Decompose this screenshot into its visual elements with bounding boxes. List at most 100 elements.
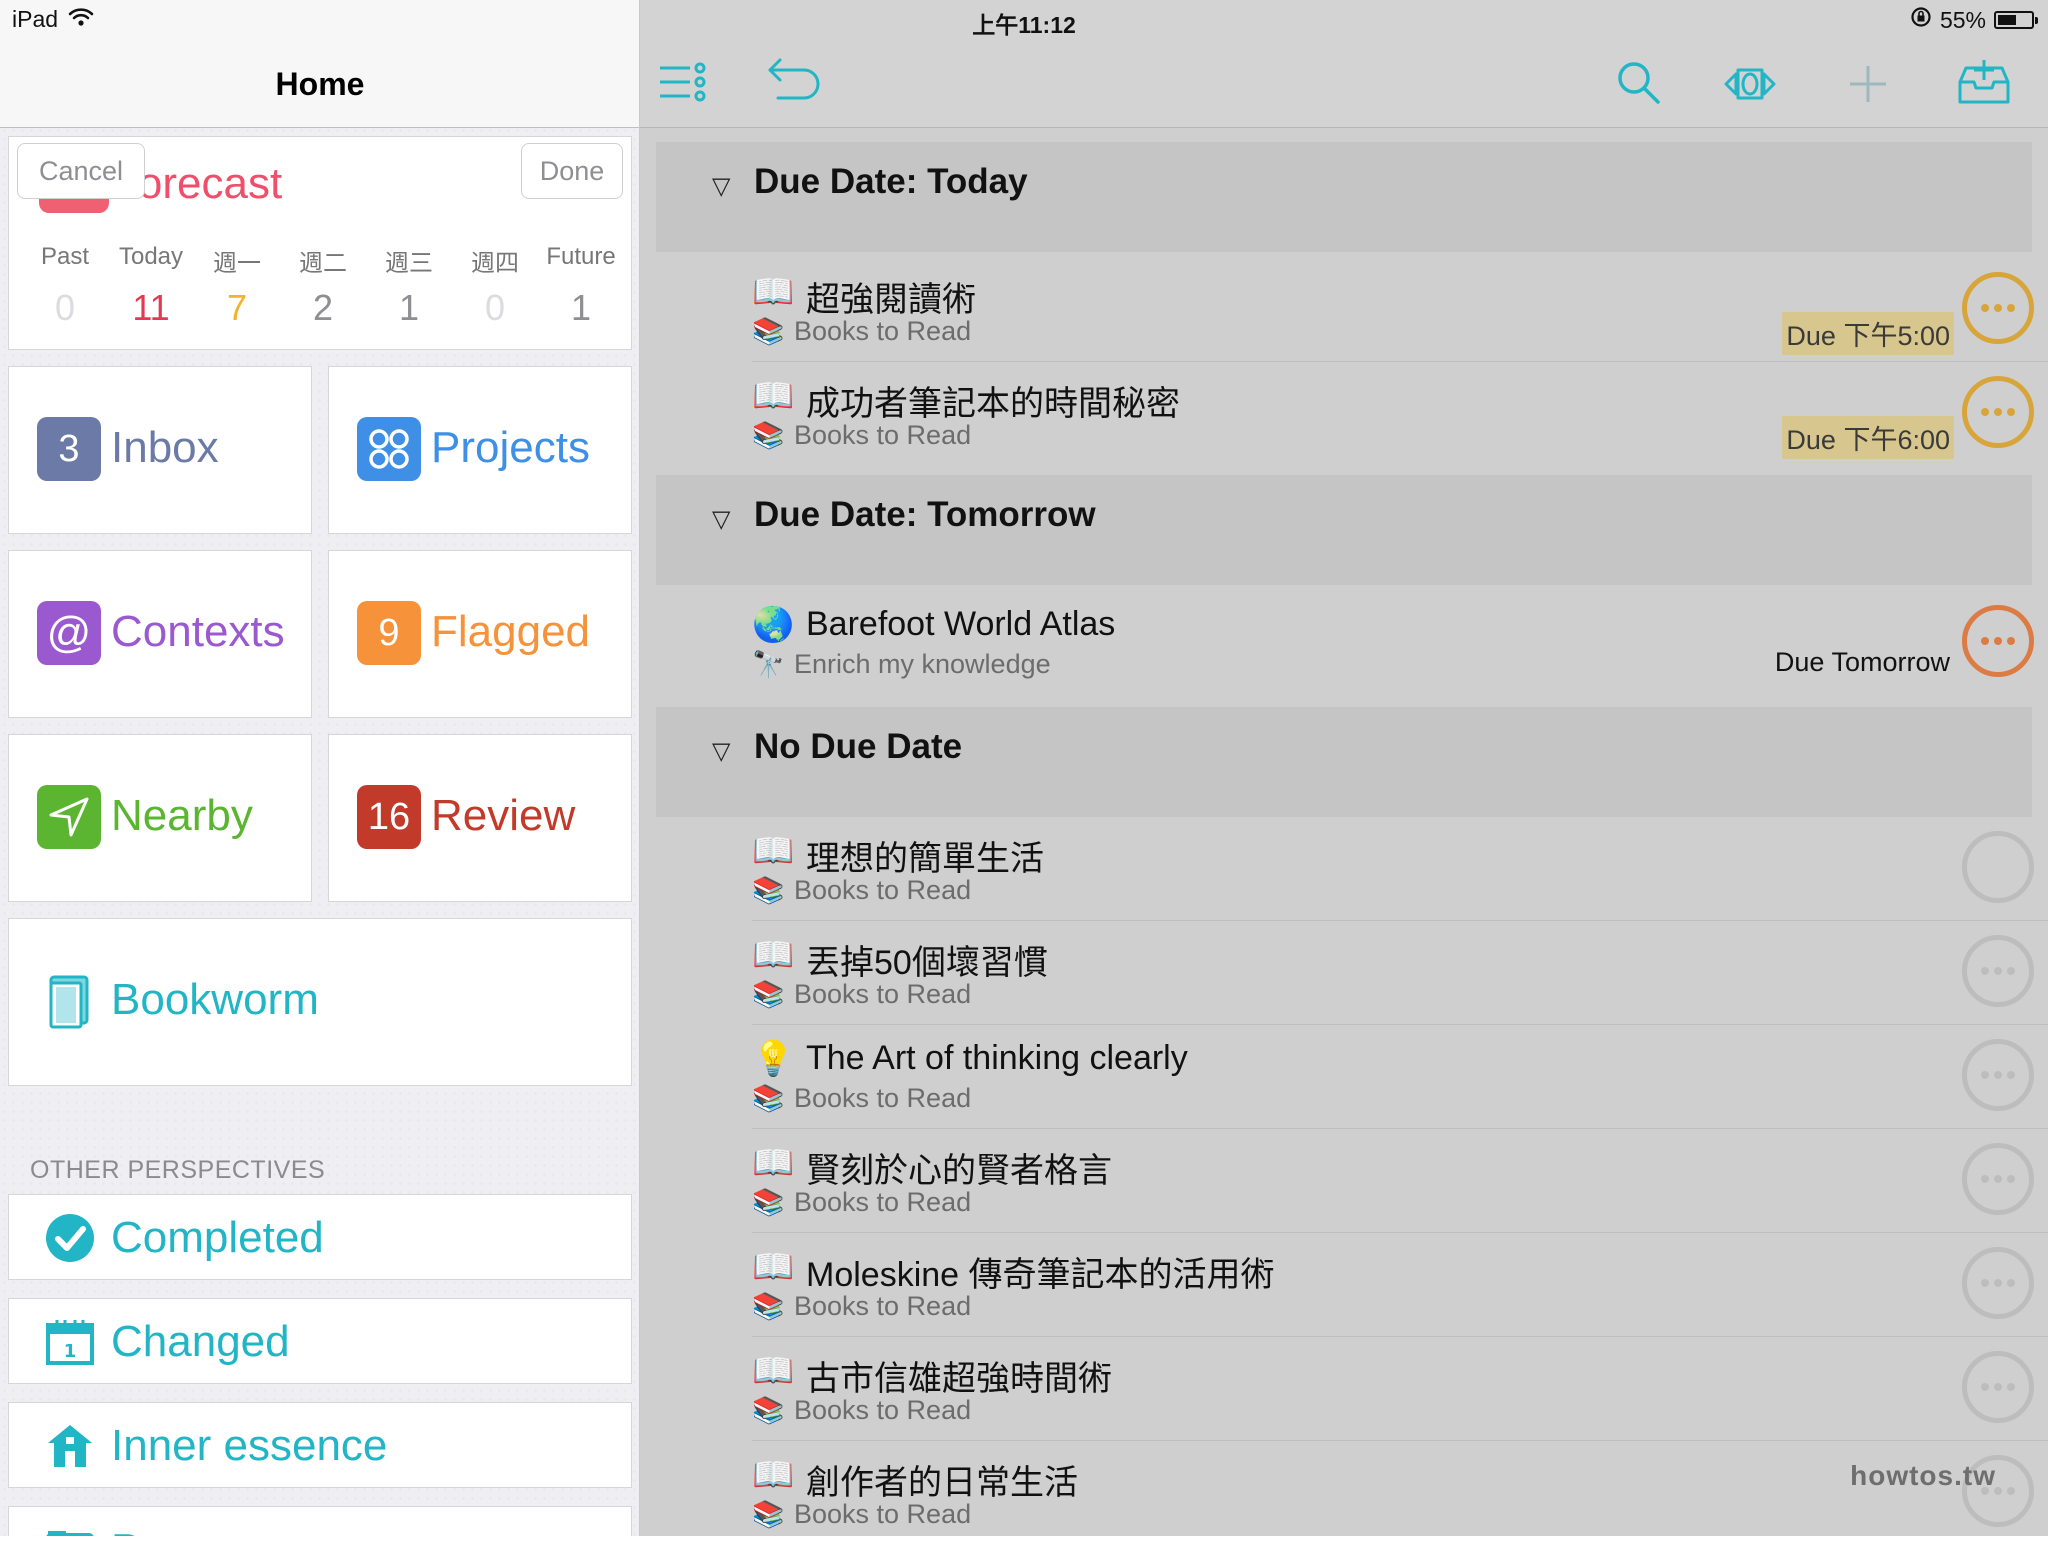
task-name[interactable]: 丟掉50個壞習慣 — [806, 935, 1048, 984]
task-project: Books to Read — [794, 1499, 972, 1529]
perspectives-menu-icon[interactable] — [656, 56, 712, 112]
inbox-add-icon[interactable] — [1956, 56, 2012, 112]
task-row[interactable]: 📖 古市信雄超強時間術 📚 Books to Read — [752, 1337, 2048, 1441]
add-icon[interactable] — [1840, 56, 1896, 112]
sidebar: Home Forecast Cancel Done Past Today 週一 … — [0, 0, 640, 1536]
task-project: Books to Read — [794, 1187, 972, 1217]
task-row[interactable]: 📖 丟掉50個壞習慣 📚 Books to Read — [752, 921, 2048, 1025]
svg-text:1: 1 — [64, 1341, 77, 1362]
forecast-day-wed[interactable]: 週三 — [367, 243, 451, 278]
group-header-due-today[interactable]: ▽ Due Date: Today — [656, 142, 2032, 252]
review-tile[interactable]: 16 Review — [328, 734, 632, 902]
group-header-no-due-date[interactable]: ▽ No Due Date — [656, 707, 2032, 817]
telescope-emoji-icon: 🔭 — [752, 649, 785, 679]
more-dots-icon — [1981, 1383, 2015, 1391]
perspective-person[interactable]: Person — [8, 1506, 632, 1536]
inbox-tile[interactable]: 3 Inbox — [8, 366, 312, 534]
task-name[interactable]: Barefoot World Atlas — [806, 605, 1115, 644]
perspective-inner-essence-label: Inner essence — [111, 1421, 388, 1470]
task-row[interactable]: 🌏 Barefoot World Atlas 🔭 Enrich my knowl… — [752, 591, 2048, 695]
task-name[interactable]: The Art of thinking clearly — [806, 1039, 1188, 1078]
task-status-circle[interactable] — [1962, 272, 2034, 344]
undo-icon[interactable] — [764, 56, 820, 112]
group-title: Due Date: Tomorrow — [754, 495, 1096, 534]
disclosure-triangle-icon[interactable]: ▽ — [712, 172, 730, 201]
task-row[interactable]: 📖 成功者筆記本的時間秘密 📚 Books to Read Due 下午6:00 — [752, 362, 2048, 466]
task-name[interactable]: 賢刻於心的賢者格言 — [806, 1143, 1112, 1192]
books-emoji-icon: 📚 — [752, 875, 785, 905]
contexts-tile[interactable]: @ Contexts — [8, 550, 312, 718]
perspective-inner-essence[interactable]: Inner essence — [8, 1402, 632, 1488]
projects-icon — [357, 417, 421, 481]
task-row[interactable]: 💡 The Art of thinking clearly 📚 Books to… — [752, 1025, 2048, 1129]
task-project: Books to Read — [794, 875, 972, 905]
disclosure-triangle-icon[interactable]: ▽ — [712, 737, 730, 766]
books-emoji-icon: 📚 — [752, 1187, 785, 1217]
more-dots-icon — [1981, 304, 2015, 312]
book-emoji-icon: 📖 — [752, 1352, 795, 1390]
rotation-lock-icon — [1910, 6, 1932, 34]
forecast-day-thu[interactable]: 週四 — [453, 243, 537, 278]
nearby-tile[interactable]: Nearby — [8, 734, 312, 902]
task-status-circle[interactable] — [1962, 935, 2034, 1007]
books-emoji-icon: 📚 — [752, 1499, 785, 1529]
task-name[interactable]: 理想的簡單生活 — [806, 831, 1044, 880]
perspective-person-label: Person — [111, 1525, 250, 1536]
task-status-circle[interactable] — [1962, 1143, 2034, 1215]
task-row[interactable]: 📖 理想的簡單生活 📚 Books to Read — [752, 817, 2048, 921]
forecast-count-wed: 1 — [398, 287, 420, 328]
inbox-badge: 3 — [37, 417, 101, 481]
task-status-circle[interactable] — [1962, 376, 2034, 448]
task-name[interactable]: 古市信雄超強時間術 — [806, 1351, 1112, 1400]
more-dots-icon — [1981, 1175, 2015, 1183]
projects-tile[interactable]: Projects — [328, 366, 632, 534]
forecast-day-future[interactable]: Future — [539, 243, 623, 278]
forecast-count-mon: 7 — [226, 287, 248, 328]
view-options-icon[interactable] — [1722, 56, 1778, 112]
sidebar-title: Home — [275, 66, 365, 102]
forecast-counts: 0 11 7 2 1 0 1 — [23, 287, 623, 329]
house-icon — [45, 1421, 95, 1471]
flagged-tile[interactable]: 9 Flagged — [328, 550, 632, 718]
status-right: 55% — [1910, 6, 2038, 34]
task-row[interactable]: 📖 超強閱讀術 📚 Books to Read Due 下午5:00 — [752, 258, 2048, 362]
bookworm-tile[interactable]: Bookworm — [8, 918, 632, 1086]
task-name[interactable]: Moleskine 傳奇筆記本的活用術 — [806, 1247, 1275, 1296]
task-row[interactable]: 📖 創作者的日常生活 📚 Books to Read — [752, 1441, 2048, 1545]
task-name[interactable]: 成功者筆記本的時間秘密 — [806, 376, 1180, 425]
disclosure-triangle-icon[interactable]: ▽ — [712, 505, 730, 534]
location-arrow-icon — [37, 785, 101, 849]
forecast-day-today[interactable]: Today — [109, 243, 193, 278]
group-header-due-tomorrow[interactable]: ▽ Due Date: Tomorrow — [656, 475, 2032, 585]
task-due: Due 下午6:00 — [1782, 416, 1954, 459]
task-name[interactable]: 超強閱讀術 — [806, 272, 976, 321]
review-label: Review — [431, 791, 576, 840]
cancel-button[interactable]: Cancel — [17, 143, 145, 199]
folder-icon — [45, 1525, 95, 1536]
perspective-completed[interactable]: Completed — [8, 1194, 632, 1280]
battery-percent: 55% — [1939, 6, 1986, 33]
task-status-circle[interactable] — [1962, 831, 2034, 903]
forecast-day-past[interactable]: Past — [23, 243, 107, 278]
task-due: Due Tomorrow — [1774, 647, 1950, 677]
nearby-label: Nearby — [111, 791, 253, 840]
task-status-circle[interactable] — [1962, 1039, 2034, 1111]
task-name[interactable]: 創作者的日常生活 — [806, 1455, 1078, 1504]
forecast-tile[interactable]: Forecast Cancel Done Past Today 週一 週二 週三… — [8, 136, 632, 350]
forecast-day-mon[interactable]: 週一 — [195, 243, 279, 278]
task-project: Books to Read — [794, 420, 972, 450]
task-status-circle[interactable] — [1962, 605, 2034, 677]
task-status-circle[interactable] — [1962, 1351, 2034, 1423]
more-dots-icon — [1981, 637, 2015, 645]
task-row[interactable]: 📖 Moleskine 傳奇筆記本的活用術 📚 Books to Read — [752, 1233, 2048, 1337]
done-button[interactable]: Done — [521, 143, 623, 199]
perspective-changed[interactable]: 1 Changed — [8, 1298, 632, 1384]
globe-emoji-icon: 🌏 — [752, 606, 795, 644]
book-emoji-icon: 📖 — [752, 1248, 795, 1286]
search-icon[interactable] — [1612, 56, 1668, 112]
task-row[interactable]: 📖 賢刻於心的賢者格言 📚 Books to Read — [752, 1129, 2048, 1233]
book-emoji-icon: 📖 — [752, 377, 795, 415]
forecast-day-tue[interactable]: 週二 — [281, 243, 365, 278]
task-status-circle[interactable] — [1962, 1247, 2034, 1319]
contexts-icon: @ — [37, 601, 101, 665]
